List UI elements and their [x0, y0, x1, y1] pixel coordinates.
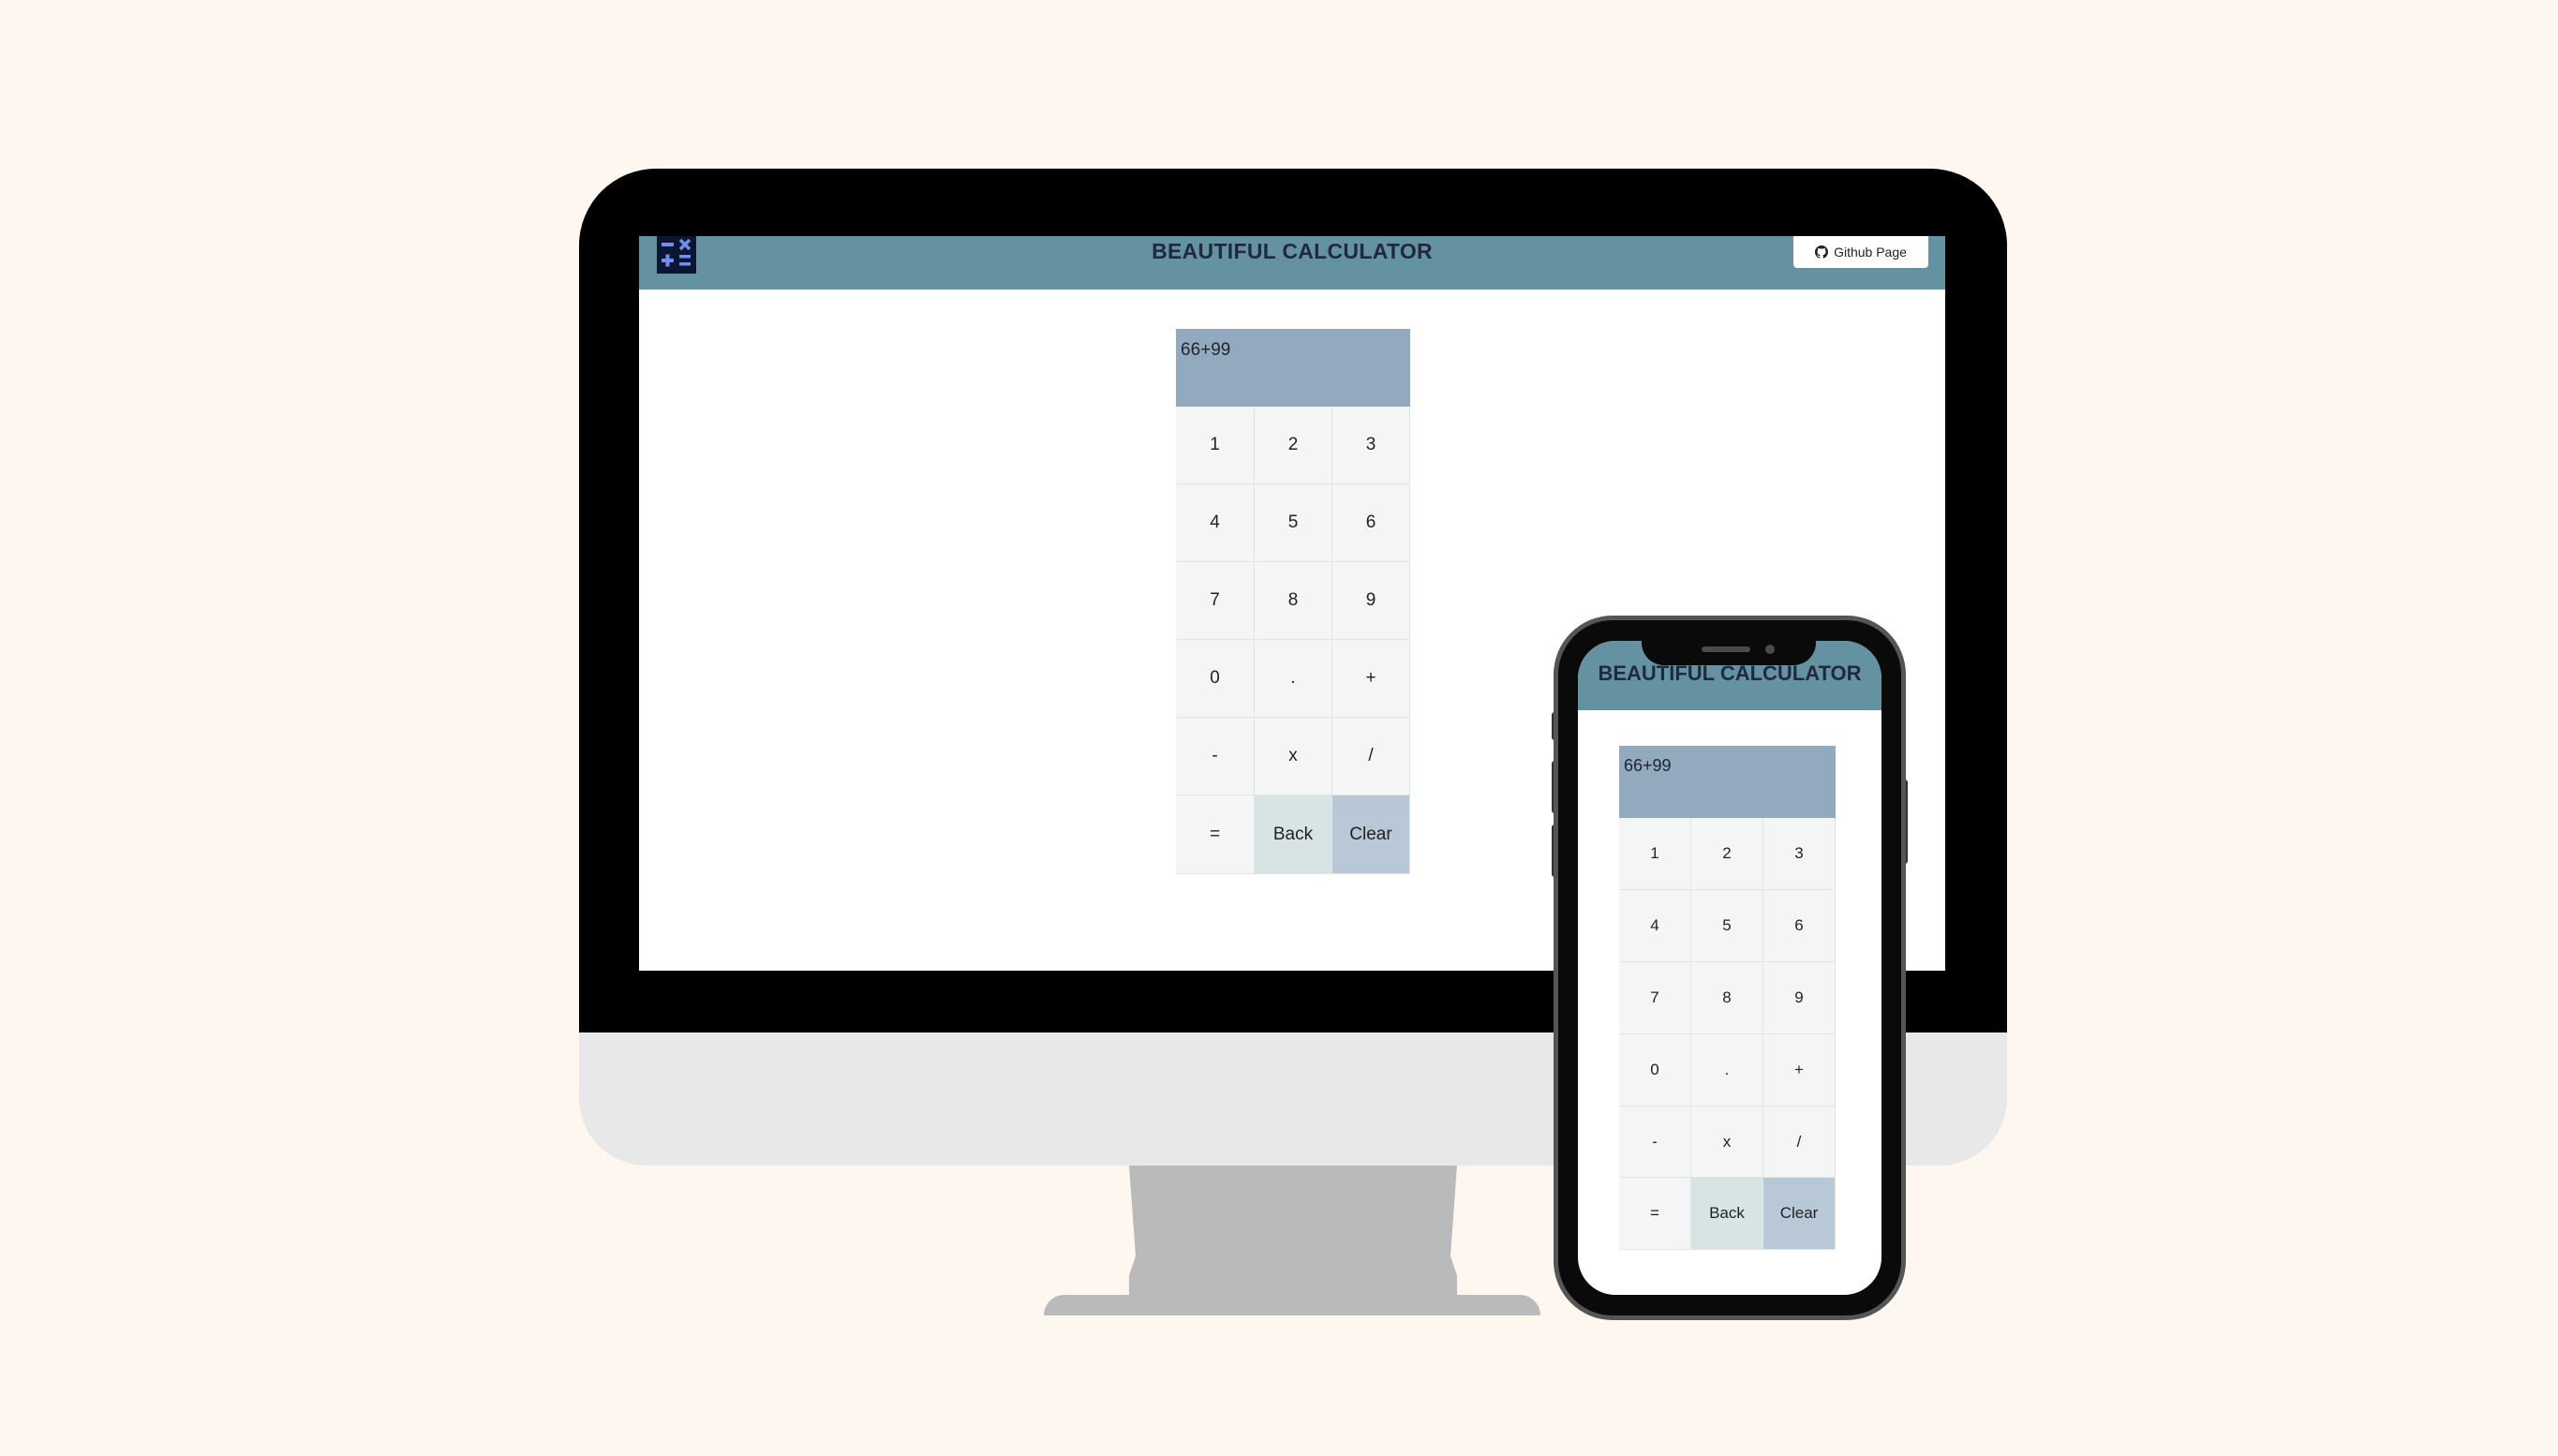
- calculator-display: 66+99: [1619, 746, 1836, 818]
- phone-calculator: 66+99 1 2 3 4 5 6 7 8 9 0 . + - x / = Ba…: [1619, 746, 1836, 1251]
- key-6[interactable]: 6: [1763, 889, 1836, 962]
- key-6[interactable]: 6: [1332, 484, 1410, 563]
- key-decimal[interactable]: .: [1691, 1033, 1763, 1107]
- key-3[interactable]: 3: [1332, 407, 1410, 485]
- calculator-display: 66+99: [1176, 329, 1410, 407]
- phone-power-button: [1900, 780, 1908, 864]
- github-page-button[interactable]: Github Page: [1793, 236, 1928, 268]
- key-2[interactable]: 2: [1691, 818, 1763, 890]
- key-4[interactable]: 4: [1619, 889, 1691, 962]
- key-divide[interactable]: /: [1763, 1106, 1836, 1179]
- back-button[interactable]: Back: [1255, 795, 1332, 874]
- stage: BEAUTIFUL CALCULATOR Github Page 66+99 1…: [0, 0, 2558, 1456]
- key-divide[interactable]: /: [1332, 718, 1410, 796]
- key-multiply[interactable]: x: [1691, 1106, 1763, 1179]
- phone-screen: BEAUTIFUL CALCULATOR 66+99 1 2 3 4 5 6 7…: [1578, 641, 1881, 1295]
- key-equals[interactable]: =: [1619, 1178, 1691, 1251]
- key-8[interactable]: 8: [1255, 562, 1332, 641]
- key-2[interactable]: 2: [1255, 407, 1332, 485]
- key-decimal[interactable]: .: [1255, 640, 1332, 719]
- monitor-base: [1044, 1295, 1540, 1315]
- key-4[interactable]: 4: [1176, 484, 1255, 563]
- key-multiply[interactable]: x: [1255, 718, 1332, 796]
- key-subtract[interactable]: -: [1176, 718, 1255, 796]
- phone-speaker: [1702, 646, 1750, 652]
- key-9[interactable]: 9: [1763, 961, 1836, 1034]
- desktop-title: BEAUTIFUL CALCULATOR: [1152, 239, 1433, 263]
- key-5[interactable]: 5: [1691, 889, 1763, 962]
- clear-button[interactable]: Clear: [1763, 1178, 1836, 1251]
- key-0[interactable]: 0: [1619, 1033, 1691, 1107]
- key-7[interactable]: 7: [1176, 562, 1255, 641]
- phone-camera: [1765, 645, 1775, 654]
- key-subtract[interactable]: -: [1619, 1106, 1691, 1179]
- key-5[interactable]: 5: [1255, 484, 1332, 563]
- desktop-header: BEAUTIFUL CALCULATOR Github Page: [639, 236, 1945, 290]
- github-icon: [1815, 245, 1829, 259]
- key-3[interactable]: 3: [1763, 818, 1836, 890]
- desktop-calculator: 66+99 1 2 3 4 5 6 7 8 9 0 . + - x / = Ba…: [1176, 329, 1410, 874]
- calculator-keypad: 1 2 3 4 5 6 7 8 9 0 . + - x / = Back Cle…: [1176, 407, 1410, 874]
- key-add[interactable]: +: [1332, 640, 1410, 719]
- calculator-keypad: 1 2 3 4 5 6 7 8 9 0 . + - x / = Back Cle…: [1619, 818, 1836, 1251]
- key-7[interactable]: 7: [1619, 961, 1691, 1034]
- monitor-stand: [1129, 1166, 1457, 1295]
- key-9[interactable]: 9: [1332, 562, 1410, 641]
- key-equals[interactable]: =: [1176, 795, 1255, 874]
- github-page-label: Github Page: [1834, 245, 1907, 260]
- key-0[interactable]: 0: [1176, 640, 1255, 719]
- key-1[interactable]: 1: [1619, 818, 1691, 890]
- back-button[interactable]: Back: [1691, 1178, 1763, 1251]
- key-1[interactable]: 1: [1176, 407, 1255, 485]
- clear-button[interactable]: Clear: [1332, 795, 1410, 874]
- key-8[interactable]: 8: [1691, 961, 1763, 1034]
- key-add[interactable]: +: [1763, 1033, 1836, 1107]
